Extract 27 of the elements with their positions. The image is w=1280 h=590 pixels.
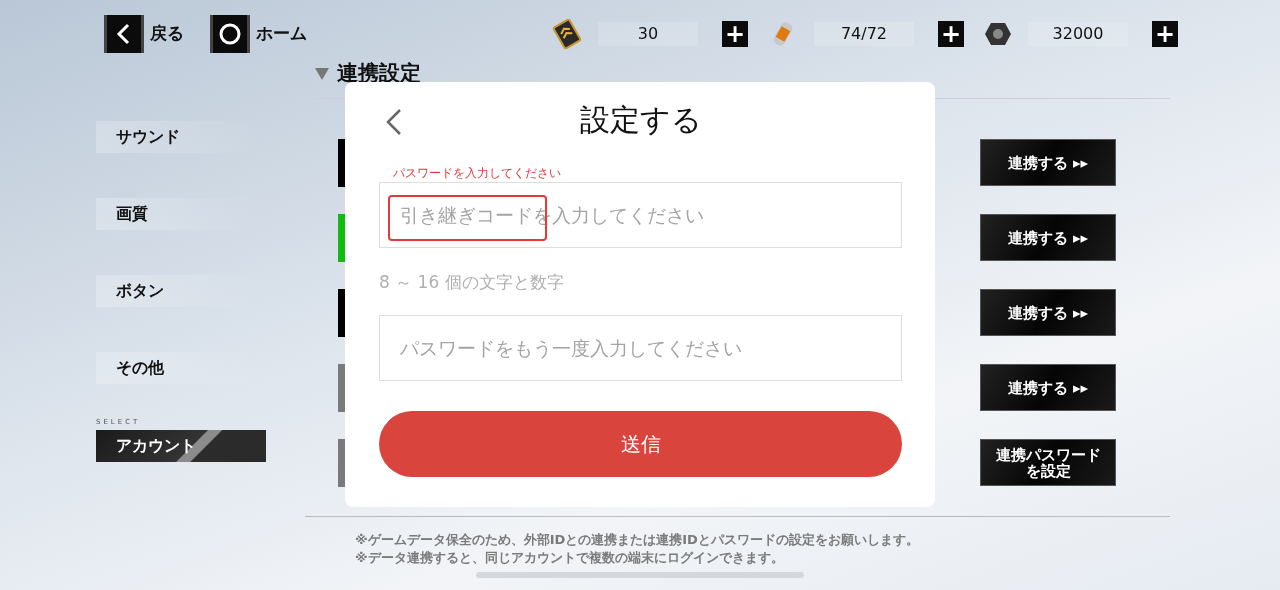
- circle-icon: [218, 22, 242, 46]
- sidebar-tab[interactable]: アカウント: [96, 429, 266, 462]
- resource-count: 32000: [1028, 22, 1128, 46]
- plus-button[interactable]: +: [1152, 21, 1178, 47]
- link-button[interactable]: 連携する ▸▸: [980, 214, 1116, 261]
- hex-nut-icon: [984, 20, 1012, 48]
- password-confirm-field[interactable]: パスワードをもう一度入力してください: [379, 315, 902, 381]
- back-label: 戻る: [150, 22, 184, 46]
- note-text: ※ゲームデータ保全のため、外部IDとの連携または連携IDとパスワードの設定をお願いします。: [355, 530, 920, 549]
- floating-label: パスワードを入力してください: [393, 166, 561, 180]
- back-chevron-icon[interactable]: [385, 108, 403, 136]
- back-button[interactable]: [104, 15, 144, 53]
- submit-button[interactable]: 送信: [379, 411, 902, 477]
- plus-button[interactable]: +: [938, 21, 964, 47]
- link-button[interactable]: 連携する ▸▸: [980, 364, 1116, 411]
- link-button[interactable]: 連携する ▸▸: [980, 139, 1116, 186]
- link-button[interactable]: 連携する ▸▸: [980, 289, 1116, 336]
- link-button[interactable]: 連携パスワードを設定: [980, 439, 1116, 486]
- resource-count: 74/72: [814, 22, 914, 46]
- collapse-triangle-icon: [315, 67, 329, 80]
- home-label: ホーム: [256, 22, 307, 46]
- dialog-title: 設定する: [579, 101, 702, 139]
- plus-button[interactable]: +: [722, 21, 748, 47]
- resource-count: 30: [598, 22, 698, 46]
- hint-text: 8 ～ 16 個の文字と数字: [379, 271, 565, 294]
- note-text: ※データ連携すると、同じアカウントで複数の端末にログインできます。: [355, 548, 785, 567]
- home-button[interactable]: [210, 15, 250, 53]
